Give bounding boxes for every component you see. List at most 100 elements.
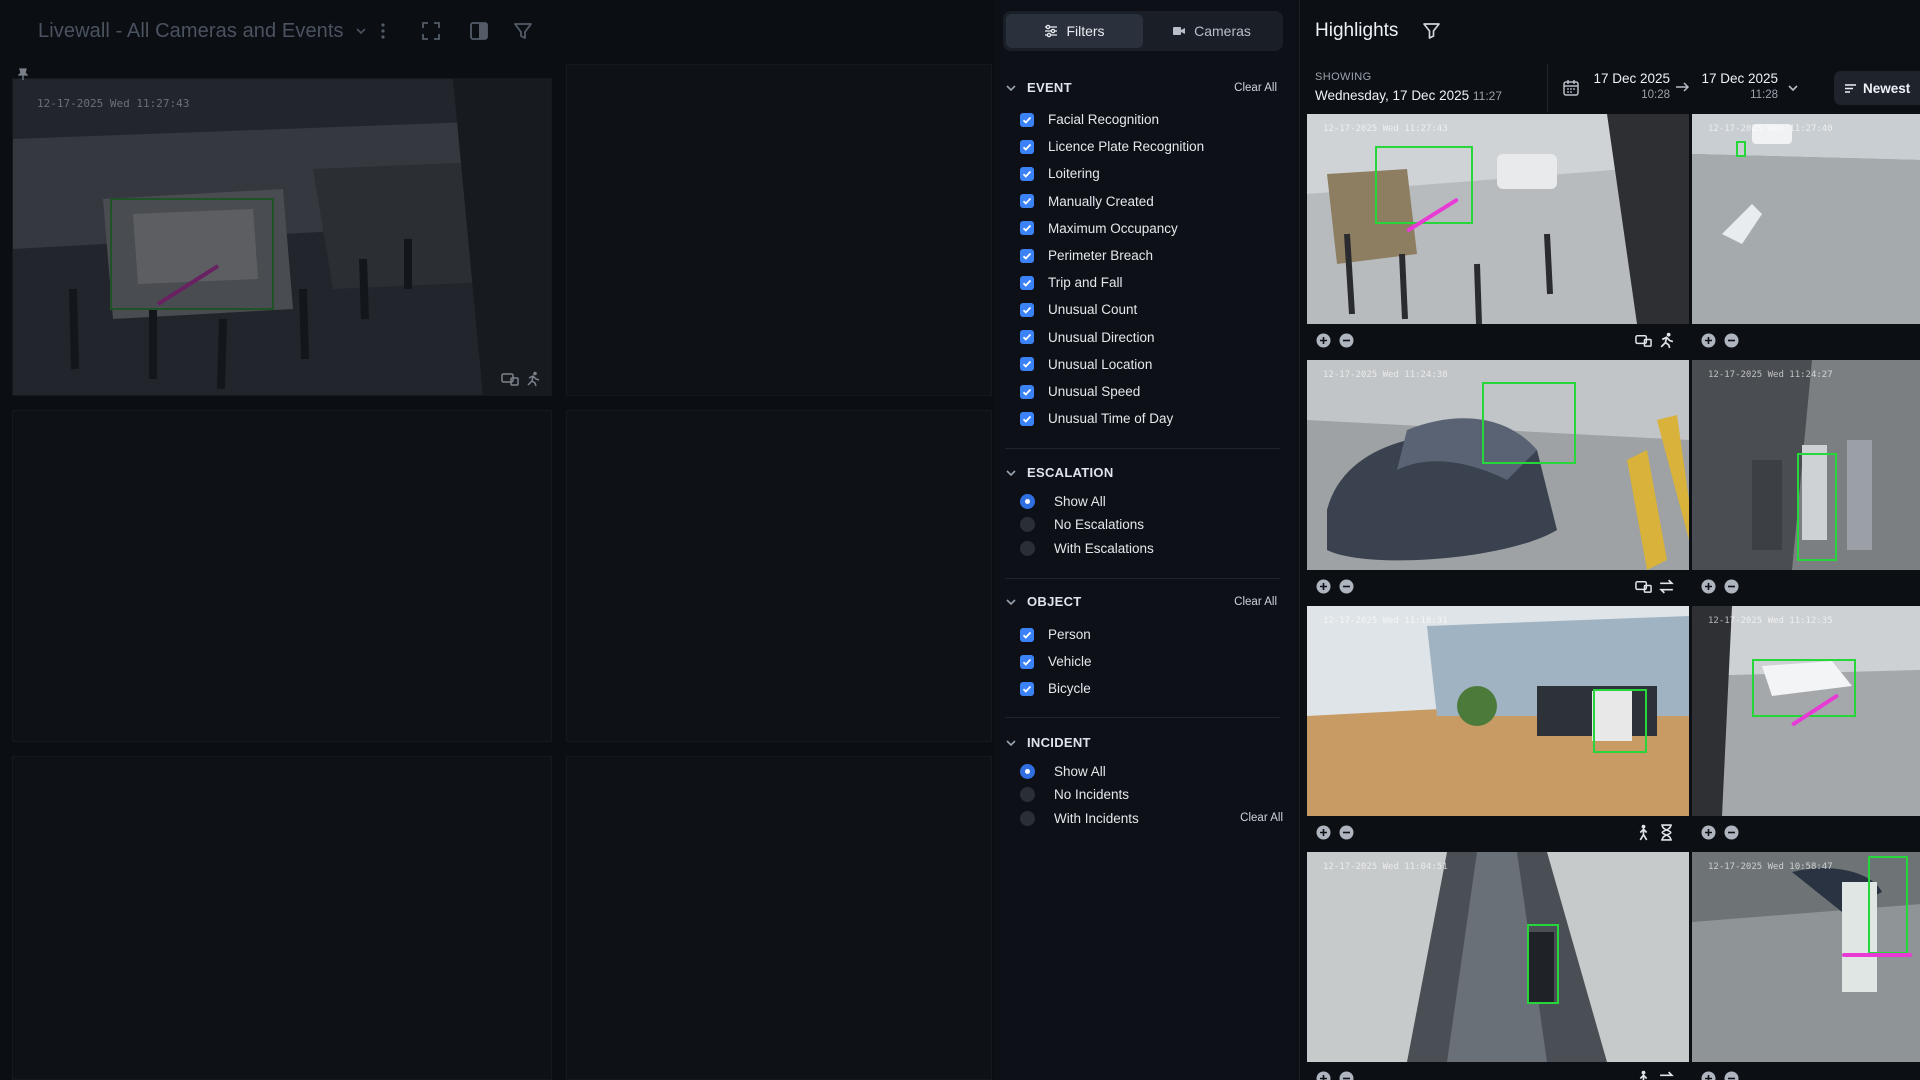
zoom-in-icon[interactable]	[1316, 333, 1331, 348]
checkbox[interactable]	[1020, 248, 1034, 263]
highlight-card[interactable]: 12-17-2025 Wed 11:27:40	[1692, 114, 1920, 324]
filter-checkbox-option[interactable]: Unusual Count	[1020, 302, 1137, 317]
zoom-in-icon[interactable]	[1316, 1071, 1331, 1080]
pin-icon[interactable]	[18, 68, 28, 80]
zoom-out-icon[interactable]	[1724, 825, 1739, 840]
chevron-down-icon[interactable]	[354, 24, 368, 38]
checkbox[interactable]	[1020, 166, 1034, 181]
filter-checkbox-option[interactable]: Licence Plate Recognition	[1020, 139, 1204, 154]
kebab-menu-icon[interactable]	[372, 20, 394, 42]
checkbox[interactable]	[1020, 654, 1034, 669]
camera-tile-empty[interactable]	[566, 64, 992, 396]
escalation-section-header[interactable]: ESCALATION	[1005, 465, 1285, 480]
object-section-header[interactable]: OBJECT Clear All	[1005, 594, 1285, 609]
chevron-down-icon[interactable]	[1005, 82, 1017, 94]
zoom-out-icon[interactable]	[1339, 1071, 1354, 1080]
checkbox[interactable]	[1020, 627, 1034, 642]
zoom-out-icon[interactable]	[1724, 579, 1739, 594]
filter-checkbox-option[interactable]: Unusual Location	[1020, 357, 1152, 372]
filter-checkbox-option[interactable]: Unusual Speed	[1020, 384, 1140, 399]
camera-tile-empty[interactable]	[566, 756, 992, 1080]
highlight-card[interactable]: 12-17-2025 Wed 11:24:38	[1307, 360, 1689, 570]
chevron-down-icon[interactable]	[1005, 467, 1017, 479]
filter-checkbox-option[interactable]: Perimeter Breach	[1020, 248, 1153, 263]
incident-section-header[interactable]: INCIDENT	[1005, 735, 1285, 750]
range-end[interactable]: 17 Dec 2025 11:28	[1698, 71, 1778, 101]
filter-checkbox-option[interactable]: Maximum Occupancy	[1020, 221, 1178, 236]
checkbox[interactable]	[1020, 112, 1034, 127]
section-title: OBJECT	[1027, 594, 1082, 609]
filter-checkbox-option[interactable]: Loitering	[1020, 166, 1100, 181]
checkbox[interactable]	[1020, 302, 1034, 317]
zoom-out-icon[interactable]	[1339, 579, 1354, 594]
camera-tile-empty[interactable]	[566, 410, 992, 742]
filter-checkbox-option[interactable]: Manually Created	[1020, 194, 1154, 209]
radio-button[interactable]	[1020, 787, 1035, 803]
incident-clear-all-button[interactable]: Clear All	[1240, 812, 1283, 824]
sort-button[interactable]: Newest	[1834, 71, 1920, 105]
zoom-in-icon[interactable]	[1701, 825, 1716, 840]
zoom-in-icon[interactable]	[1316, 579, 1331, 594]
chevron-down-icon[interactable]	[1005, 596, 1017, 608]
checkbox[interactable]	[1020, 194, 1034, 209]
tab-cameras[interactable]: Cameras	[1143, 14, 1280, 48]
calendar-icon[interactable]	[1562, 79, 1580, 97]
fullscreen-icon[interactable]	[420, 20, 442, 42]
event-clear-all-button[interactable]: Clear All	[1234, 82, 1277, 94]
checkbox[interactable]	[1020, 681, 1034, 696]
filter-radio-option[interactable]: No Incidents	[1020, 787, 1129, 803]
radio-button[interactable]	[1020, 517, 1035, 533]
camera-tile-empty[interactable]	[12, 756, 552, 1080]
filter-radio-option[interactable]: Show All	[1020, 494, 1106, 509]
filter-checkbox-option[interactable]: Unusual Direction	[1020, 330, 1155, 345]
livewall-title[interactable]: Livewall - All Cameras and Events	[38, 20, 344, 43]
filter-checkbox-option[interactable]: Facial Recognition	[1020, 112, 1159, 127]
zoom-out-icon[interactable]	[1724, 333, 1739, 348]
radio-button[interactable]	[1020, 810, 1035, 826]
filter-checkbox-option[interactable]: Bicycle	[1020, 681, 1091, 696]
checkbox[interactable]	[1020, 384, 1034, 399]
highlight-card[interactable]: 12-17-2025 Wed 10:58:47	[1692, 852, 1920, 1062]
range-start[interactable]: 17 Dec 2025 10:28	[1590, 71, 1670, 101]
zoom-in-icon[interactable]	[1701, 1071, 1716, 1080]
filter-checkbox-option[interactable]: Vehicle	[1020, 654, 1092, 669]
checkbox[interactable]	[1020, 357, 1034, 372]
filter-checkbox-option[interactable]: Trip and Fall	[1020, 275, 1123, 290]
filter-checkbox-option[interactable]: Unusual Time of Day	[1020, 411, 1173, 426]
zoom-in-icon[interactable]	[1701, 579, 1716, 594]
filter-checkbox-option[interactable]: Person	[1020, 627, 1091, 642]
highlight-card[interactable]: 12-17-2025 Wed 11:27:43	[1307, 114, 1689, 324]
highlight-card[interactable]: 12-17-2025 Wed 11:12:35	[1692, 606, 1920, 816]
radio-button[interactable]	[1020, 540, 1035, 556]
checkbox[interactable]	[1020, 330, 1034, 345]
checkbox[interactable]	[1020, 275, 1034, 290]
zoom-out-icon[interactable]	[1339, 333, 1354, 348]
checkbox[interactable]	[1020, 139, 1034, 154]
zoom-in-icon[interactable]	[1701, 333, 1716, 348]
chevron-down-icon[interactable]	[1005, 737, 1017, 749]
chevron-down-icon[interactable]	[1787, 82, 1799, 94]
highlight-card[interactable]: 12-17-2025 Wed 11:24:27	[1692, 360, 1920, 570]
checkbox[interactable]	[1020, 221, 1034, 236]
filter-radio-option[interactable]: With Incidents	[1020, 810, 1139, 826]
highlight-card[interactable]: 12-17-2025 Wed 11:04:51	[1307, 852, 1689, 1062]
radio-button[interactable]	[1020, 764, 1035, 779]
camera-tile-live[interactable]: 12-17-2025 Wed 11:27:43	[12, 78, 552, 396]
filter-icon[interactable]	[512, 20, 534, 42]
object-clear-all-button[interactable]: Clear All	[1234, 596, 1277, 608]
side-panel-icon[interactable]	[468, 20, 490, 42]
filter-radio-option[interactable]: No Escalations	[1020, 517, 1144, 533]
radio-button[interactable]	[1020, 494, 1035, 509]
zoom-out-icon[interactable]	[1724, 1071, 1739, 1080]
tab-filters[interactable]: Filters	[1006, 14, 1143, 48]
zoom-out-icon[interactable]	[1339, 825, 1354, 840]
filter-radio-option[interactable]: With Escalations	[1020, 540, 1154, 556]
checkbox[interactable]	[1020, 411, 1034, 426]
divider	[1547, 64, 1548, 112]
filter-icon[interactable]	[1422, 21, 1441, 40]
event-section-header[interactable]: EVENT Clear All	[1005, 80, 1285, 95]
zoom-in-icon[interactable]	[1316, 825, 1331, 840]
camera-tile-empty[interactable]	[12, 410, 552, 742]
highlight-card[interactable]: 12-17-2025 Wed 11:18:31	[1307, 606, 1689, 816]
filter-radio-option[interactable]: Show All	[1020, 764, 1106, 779]
